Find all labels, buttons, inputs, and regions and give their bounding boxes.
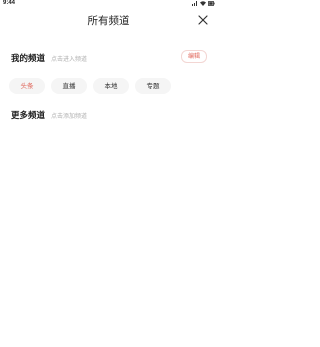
status-icons bbox=[192, 1, 215, 6]
battery-icon bbox=[208, 1, 215, 6]
more-channels-header: 更多频道 点击添加频道 bbox=[11, 109, 87, 121]
edit-button[interactable]: 编辑 bbox=[180, 50, 207, 63]
my-channels-header: 我的频道 点击进入频道 bbox=[11, 52, 87, 64]
more-channels-hint: 点击添加频道 bbox=[51, 113, 88, 120]
my-channels-list: 头条 直播 本地 专题 bbox=[9, 78, 171, 94]
my-channels-title: 我的频道 bbox=[11, 54, 46, 64]
close-button[interactable] bbox=[196, 13, 210, 27]
wifi-icon bbox=[200, 1, 206, 6]
close-icon bbox=[198, 15, 208, 25]
status-bar: 9:44 bbox=[0, 0, 217, 7]
channel-chip-topics[interactable]: 专题 bbox=[135, 78, 171, 94]
signal-icon bbox=[192, 1, 198, 6]
channel-chip-local[interactable]: 本地 bbox=[93, 78, 129, 94]
channel-chip-toutiao[interactable]: 头条 bbox=[9, 78, 45, 94]
title-bar: 所有频道 bbox=[0, 10, 217, 32]
page-title: 所有频道 bbox=[87, 15, 130, 27]
channel-chip-live[interactable]: 直播 bbox=[51, 78, 87, 94]
more-channels-title: 更多频道 bbox=[11, 111, 46, 121]
status-time: 9:44 bbox=[3, 0, 16, 6]
my-channels-hint: 点击进入频道 bbox=[51, 56, 88, 63]
